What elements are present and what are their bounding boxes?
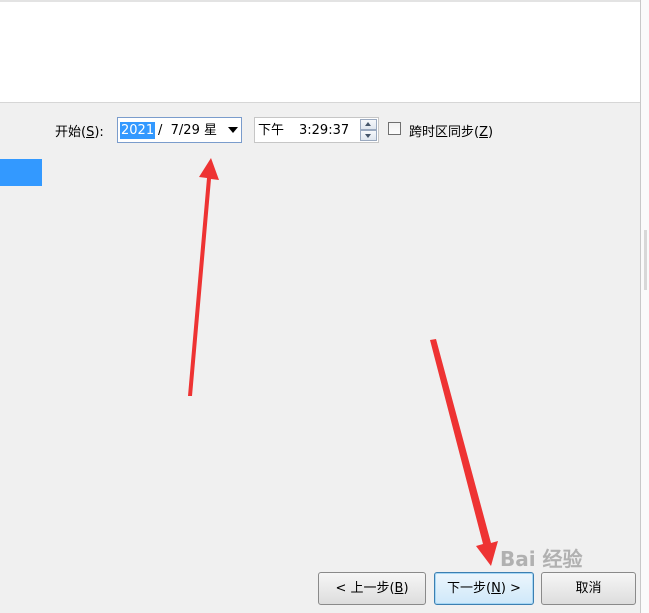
arrow-to-next-icon bbox=[430, 339, 498, 566]
date-rest-field[interactable]: / 7/29 星 bbox=[158, 122, 217, 139]
spin-down-button[interactable] bbox=[360, 130, 377, 141]
selected-list-item[interactable] bbox=[0, 159, 42, 186]
back-button[interactable]: < 上一步(B) bbox=[318, 572, 426, 605]
start-date-picker[interactable]: 2021 / 7/29 星 bbox=[117, 117, 242, 143]
window-right-edge bbox=[640, 0, 649, 613]
dropdown-arrow-icon[interactable] bbox=[228, 127, 238, 133]
top-border bbox=[0, 0, 640, 2]
start-label: 开始(S): bbox=[55, 125, 104, 140]
start-time-picker[interactable]: 下午 3:29:37 bbox=[254, 117, 379, 143]
sync-timezones-checkbox[interactable] bbox=[388, 122, 401, 135]
time-ampm-field[interactable]: 下午 bbox=[258, 122, 284, 139]
down-arrow-icon bbox=[365, 134, 371, 138]
date-year-field[interactable]: 2021 bbox=[120, 122, 156, 139]
spin-up-button[interactable] bbox=[360, 119, 377, 130]
arrow-to-date-icon bbox=[188, 158, 219, 396]
sync-timezones-label[interactable]: 跨时区同步(Z) bbox=[409, 121, 493, 140]
cancel-button[interactable]: 取消 bbox=[541, 572, 636, 605]
next-button[interactable]: 下一步(N) > bbox=[434, 572, 534, 605]
header-panel bbox=[0, 0, 640, 103]
up-arrow-icon bbox=[365, 122, 371, 126]
watermark-logo: Bai 经验 bbox=[500, 547, 583, 571]
time-value-field[interactable]: 3:29:37 bbox=[299, 122, 349, 139]
scrollbar-thumb[interactable] bbox=[644, 230, 647, 290]
